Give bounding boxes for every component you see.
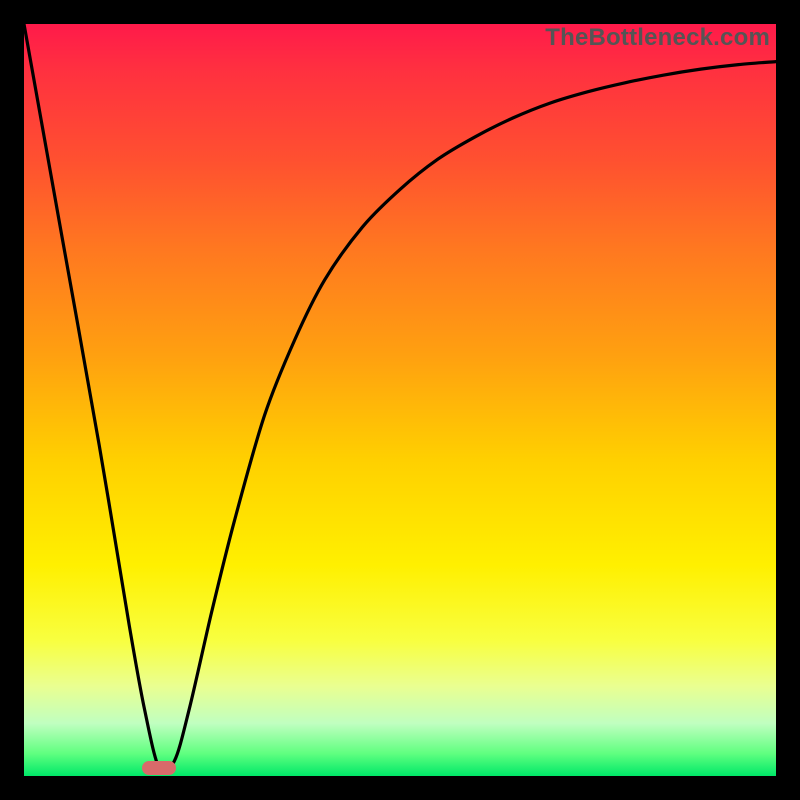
bottleneck-curve: [24, 24, 776, 776]
curve-path: [24, 24, 776, 772]
chart-plot-area: TheBottleneck.com: [24, 24, 776, 776]
optimal-point-marker: [142, 761, 176, 775]
